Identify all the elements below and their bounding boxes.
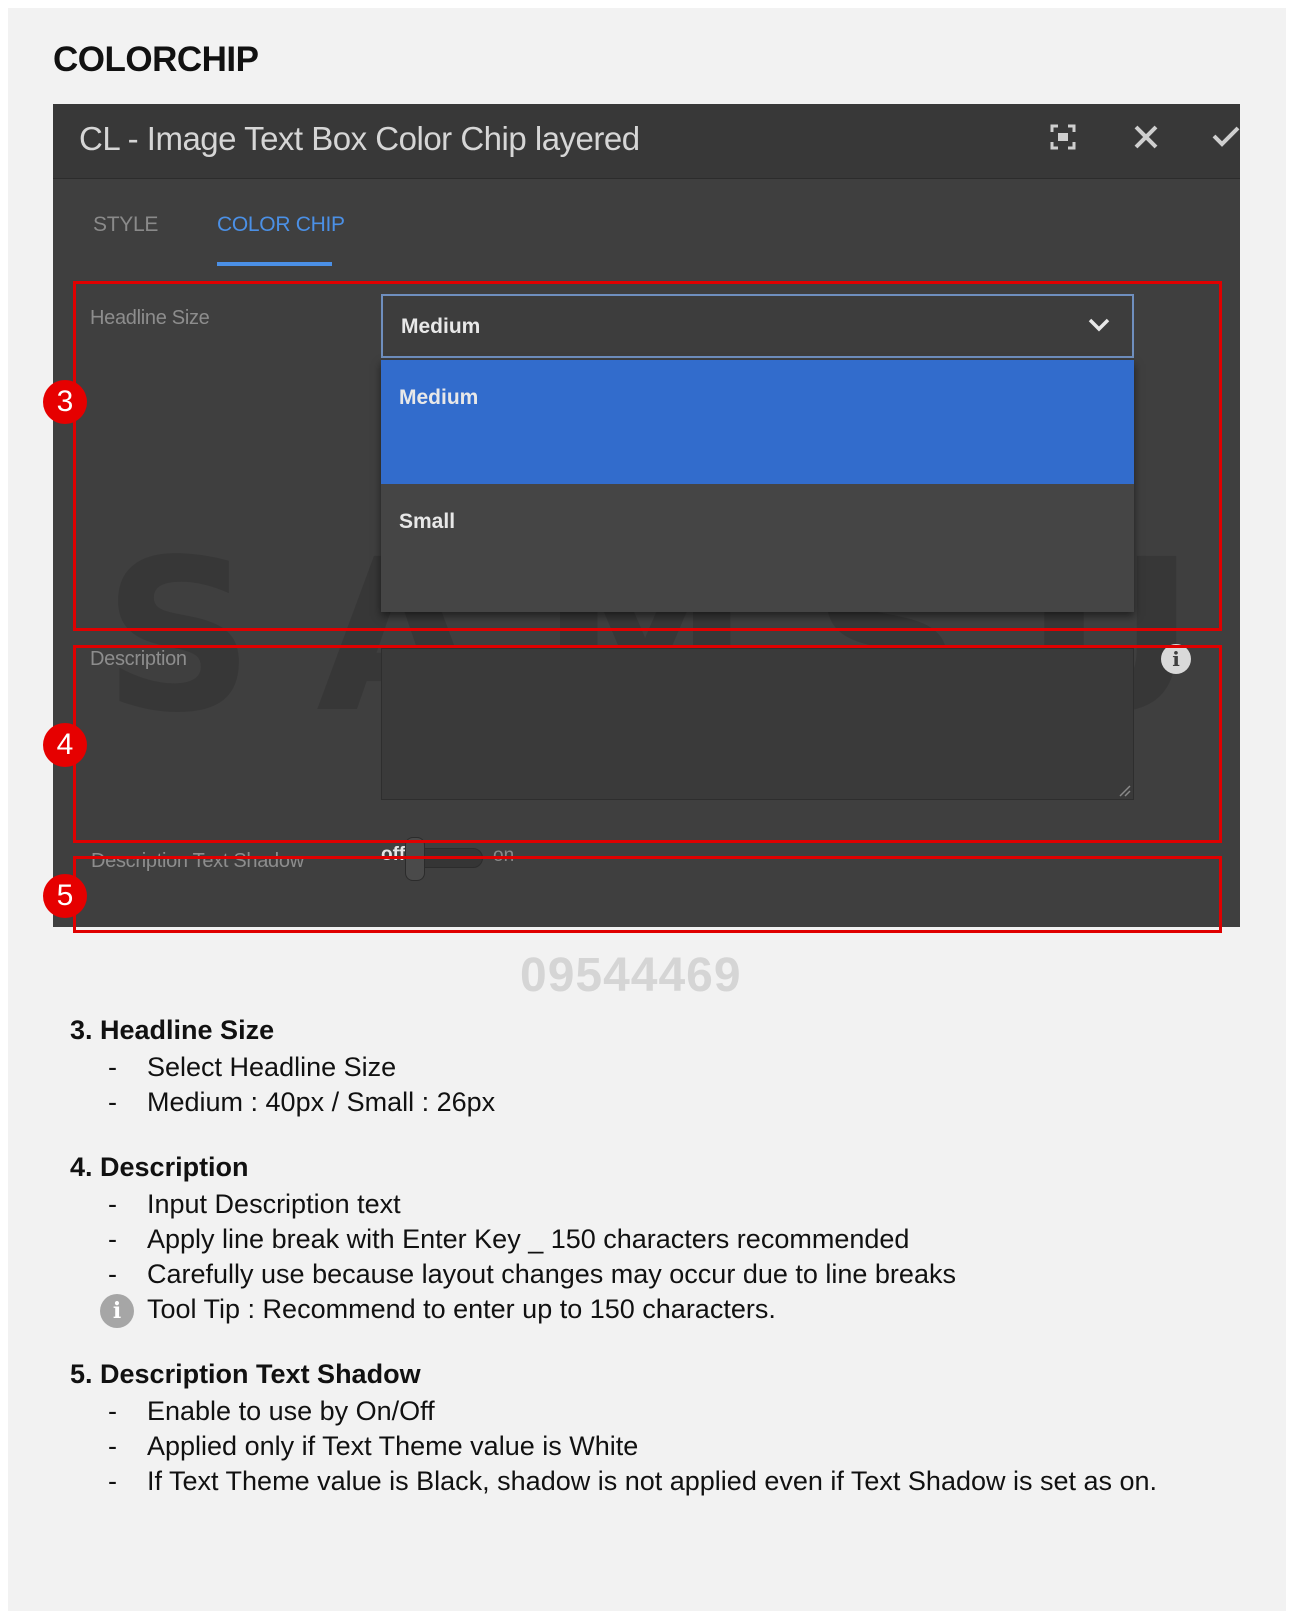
list-item: - Medium : 40px / Small : 26px: [108, 1087, 496, 1117]
tab-color-chip[interactable]: COLOR CHIP: [217, 213, 345, 237]
serial-watermark: 09544469: [520, 949, 742, 1002]
dialog-title: CL - Image Text Box Color Chip layered: [79, 120, 640, 157]
annotation-badge-4: 4: [43, 723, 87, 767]
tooltip-note: i Tool Tip : Recommend to enter up to 15…: [70, 1292, 1240, 1328]
annotation-box-headline-size: [73, 281, 1222, 631]
list-item: - Apply line break with Enter Key _ 150 c…: [108, 1224, 910, 1254]
annotation-box-description: [73, 645, 1222, 843]
annotation-badge-3: 3: [43, 380, 87, 424]
list-item: - Input Description text: [108, 1189, 401, 1219]
note-heading: 4. Description: [70, 1152, 249, 1182]
note-heading: 3. Headline Size: [70, 1015, 275, 1045]
list-item: - Applied only if Text Theme value is Whi…: [108, 1431, 639, 1461]
note-list: - Input Description text - Apply line brea…: [70, 1187, 1240, 1292]
note-list: - Enable to use by On/Off - Applied only i…: [70, 1394, 1240, 1499]
note-section-text-shadow: 5. Description Text Shadow - Enable to us…: [70, 1359, 1240, 1499]
page-title: COLORCHIP: [53, 40, 259, 79]
close-icon[interactable]: [1126, 122, 1166, 160]
tab-style[interactable]: STYLE: [93, 213, 158, 237]
note-heading: 5. Description Text Shadow: [70, 1359, 421, 1389]
info-icon: i: [100, 1294, 134, 1328]
active-tab-indicator: [217, 262, 332, 266]
dialog-header: CL - Image Text Box Color Chip layered: [53, 104, 1240, 179]
list-item: - Select Headline Size: [108, 1052, 397, 1082]
note-section-description: 4. Description - Input Description text -…: [70, 1152, 1240, 1328]
annotation-box-text-shadow: [73, 856, 1222, 933]
fullscreen-icon[interactable]: [1043, 122, 1083, 162]
list-item: - If Text Theme value is Black, shadow is…: [108, 1466, 1158, 1496]
note-section-headline-size: 3. Headline Size - Select Headline Size -…: [70, 1015, 1240, 1120]
note-list: - Select Headline Size - Medium : 40px / S…: [70, 1050, 1240, 1120]
notes: 3. Headline Size - Select Headline Size -…: [70, 1015, 1240, 1531]
list-item: - Carefully use because layout changes ma…: [108, 1259, 956, 1289]
check-icon[interactable]: [1205, 122, 1240, 162]
annotation-badge-5: 5: [43, 874, 87, 918]
list-item: - Enable to use by On/Off: [108, 1396, 435, 1426]
